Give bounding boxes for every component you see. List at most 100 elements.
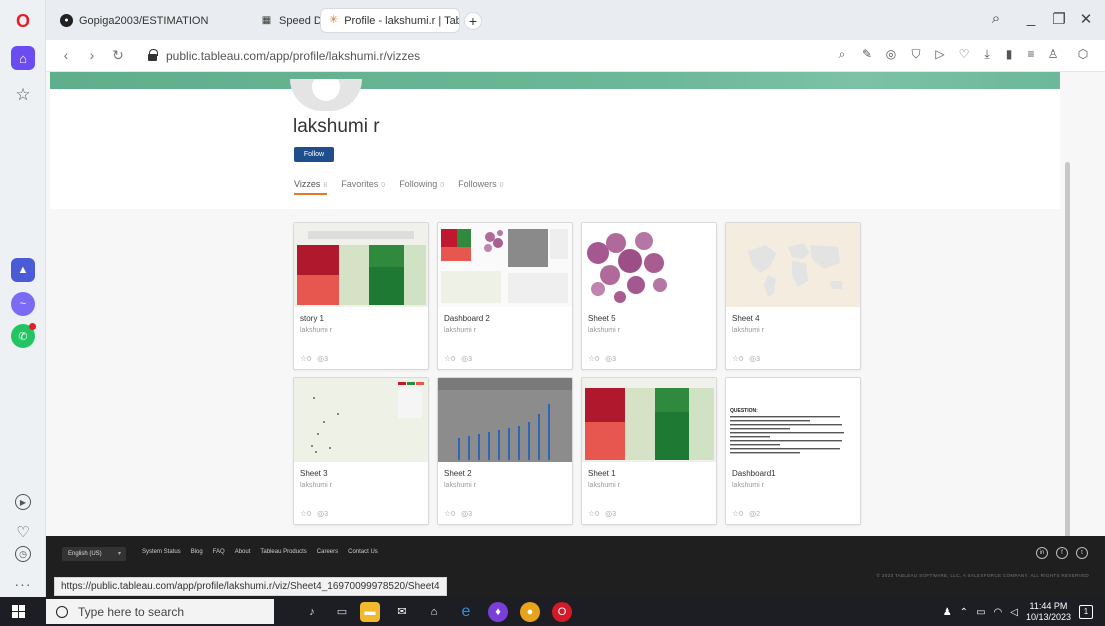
linkedin-icon[interactable]: in: [1036, 547, 1048, 559]
minimize-icon[interactable]: _: [1021, 10, 1041, 27]
bar-chart-thumbnail: [438, 378, 572, 462]
easy-setup-icon[interactable]: ≡: [1022, 47, 1040, 61]
footer-link-about[interactable]: About: [235, 549, 251, 555]
viz-title[interactable]: Dashboard 2: [444, 314, 490, 323]
viz-author[interactable]: lakshumi r: [732, 482, 764, 489]
profile-icon[interactable]: ♙: [1044, 47, 1062, 61]
search-tabs-icon[interactable]: ⌕: [986, 10, 1006, 27]
messenger-icon[interactable]: ~: [11, 292, 35, 316]
tab-tableau-profile[interactable]: ✳ Profile - lakshumi.r | Table: [320, 8, 460, 33]
viz-card[interactable]: Sheet 5 lakshumi r ☆0 ◎3: [581, 222, 717, 370]
chrome-icon[interactable]: ●: [520, 602, 540, 622]
footer-link-system-status[interactable]: System Status: [142, 549, 181, 555]
microphone-icon[interactable]: ♪: [302, 602, 322, 622]
tab-following[interactable]: Following 0: [399, 179, 444, 195]
footer-link-careers[interactable]: Careers: [317, 549, 338, 555]
opera-logo-icon[interactable]: O: [11, 9, 35, 33]
player-icon[interactable]: ▶: [15, 494, 31, 510]
edge-icon[interactable]: e: [456, 602, 476, 622]
taskbar-clock[interactable]: 11:44 PM 10/13/2023: [1026, 601, 1071, 623]
viz-author[interactable]: lakshumi r: [588, 482, 620, 489]
edit-icon[interactable]: ✎: [858, 47, 876, 61]
viz-stats: ☆0 ◎3: [300, 354, 328, 363]
tab-github[interactable]: ● Gopiga2003/ESTIMATION: [52, 8, 252, 33]
tab-favorites[interactable]: Favorites 0: [341, 179, 385, 195]
send-icon[interactable]: ▷: [931, 47, 949, 61]
more-options-icon[interactable]: ···: [11, 572, 35, 596]
windows-start-icon[interactable]: [12, 605, 25, 618]
shield-icon[interactable]: ⛉: [907, 47, 925, 62]
treemap-thumbnail: [294, 223, 428, 307]
people-icon[interactable]: ♟: [943, 607, 952, 618]
follow-button[interactable]: Follow: [294, 147, 334, 162]
viz-card[interactable]: Sheet 2 lakshumi r ☆0 ◎3: [437, 377, 573, 525]
viz-stats: ☆0 ◎3: [300, 509, 328, 518]
language-select[interactable]: English (US) ▾: [62, 547, 126, 561]
twitter-icon[interactable]: t: [1076, 547, 1088, 559]
whatsapp-icon[interactable]: ✆: [11, 323, 36, 348]
heart-icon[interactable]: ♡: [11, 520, 35, 544]
viz-title[interactable]: story 1: [300, 314, 324, 323]
viz-title[interactable]: Sheet 3: [300, 469, 328, 478]
tab-vizzes[interactable]: Vizzes 8: [294, 179, 328, 195]
battery-icon[interactable]: ▭: [976, 607, 985, 618]
bookmarks-star-icon[interactable]: ☆: [11, 83, 35, 107]
task-view-icon[interactable]: ▭: [332, 602, 352, 622]
viz-title[interactable]: Dashboard1: [732, 469, 776, 478]
restore-icon[interactable]: ❐: [1049, 10, 1069, 28]
back-icon[interactable]: ‹: [58, 47, 74, 63]
viz-title[interactable]: Sheet 2: [444, 469, 472, 478]
viz-card[interactable]: Sheet 3 lakshumi r ☆0 ◎3: [293, 377, 429, 525]
battery-saver-icon[interactable]: ▮: [1000, 47, 1018, 61]
opera-icon[interactable]: O: [552, 602, 572, 622]
search-page-icon[interactable]: ⌕: [833, 47, 851, 62]
viz-card[interactable]: Sheet 1 lakshumi r ☆0 ◎3: [581, 377, 717, 525]
new-tab-button[interactable]: +: [464, 12, 482, 30]
tab-label: Gopiga2003/ESTIMATION: [79, 14, 209, 27]
viz-card[interactable]: Dashboard 2 lakshumi r ☆0 ◎3: [437, 222, 573, 370]
text-lines-thumbnail: [730, 416, 844, 454]
viz-author[interactable]: lakshumi r: [444, 482, 476, 489]
viz-author[interactable]: lakshumi r: [732, 327, 764, 334]
url-field[interactable]: public.tableau.com/app/profile/lakshumi.…: [166, 49, 420, 63]
profile-tabs: Vizzes 8 Favorites 0 Following 0 Followers 0: [294, 179, 504, 195]
viz-title[interactable]: Sheet 5: [588, 314, 616, 323]
download-icon[interactable]: ⤓: [978, 47, 996, 62]
footer-link-faq[interactable]: FAQ: [213, 549, 225, 555]
viz-card[interactable]: story 1 lakshumi r ☆0 ◎3: [293, 222, 429, 370]
history-clock-icon[interactable]: ◷: [15, 546, 31, 562]
viz-title[interactable]: Sheet 4: [732, 314, 760, 323]
file-explorer-icon[interactable]: ▬: [360, 602, 380, 622]
heart-icon[interactable]: ♡: [955, 47, 973, 61]
extensions-icon[interactable]: ⬡: [1074, 47, 1092, 61]
tab-followers[interactable]: Followers 0: [458, 179, 503, 195]
reload-icon[interactable]: ↻: [110, 47, 126, 64]
camera-icon[interactable]: ◎: [882, 47, 900, 61]
wifi-icon[interactable]: ◠: [994, 607, 1003, 618]
views-eye-icon: ◎: [605, 354, 613, 363]
forward-icon[interactable]: ›: [84, 47, 100, 63]
close-icon[interactable]: ✕: [1076, 10, 1096, 28]
volume-icon[interactable]: ◁: [1010, 607, 1018, 618]
store-icon[interactable]: ⌂: [424, 602, 444, 622]
tray-chevron-up-icon[interactable]: ⌃: [960, 607, 968, 618]
viz-author[interactable]: lakshumi r: [300, 482, 332, 489]
viz-author[interactable]: lakshumi r: [588, 327, 620, 334]
notification-center-icon[interactable]: 1: [1079, 605, 1093, 619]
viz-author[interactable]: lakshumi r: [444, 327, 476, 334]
taskbar-search-input[interactable]: Type here to search: [46, 599, 274, 624]
home-icon[interactable]: ⌂: [11, 46, 35, 70]
footer-link-blog[interactable]: Blog: [191, 549, 203, 555]
footer-link-contact-us[interactable]: Contact Us: [348, 549, 378, 555]
viz-author[interactable]: lakshumi r: [300, 327, 332, 334]
mail-icon[interactable]: ✉: [392, 602, 412, 622]
facebook-icon[interactable]: f: [1056, 547, 1068, 559]
app-icon[interactable]: ♦: [488, 602, 508, 622]
viz-card[interactable]: Sheet 4 lakshumi r ☆0 ◎3: [725, 222, 861, 370]
cortana-circle-icon: [56, 605, 68, 618]
page-scrollbar[interactable]: [1065, 162, 1070, 582]
viz-title[interactable]: Sheet 1: [588, 469, 616, 478]
viz-card[interactable]: QUESTION: Dashboard1 lakshumi r ☆0 ◎2: [725, 377, 861, 525]
aria-ai-icon[interactable]: ▲: [11, 258, 35, 282]
footer-link-tableau-products[interactable]: Tableau Products: [260, 549, 306, 555]
